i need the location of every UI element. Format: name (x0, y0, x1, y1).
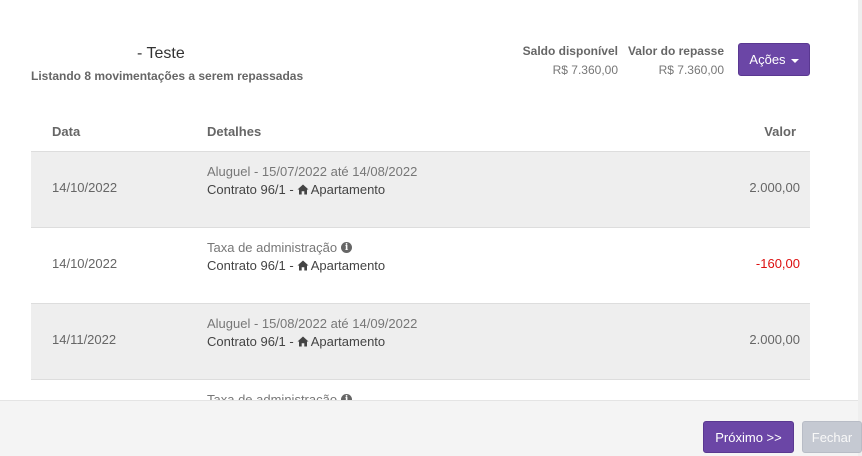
table-row: 14/10/2022 Taxa de administração i Contr… (31, 227, 810, 303)
row-date: 14/10/2022 (52, 256, 118, 271)
row-contract: Contrato 96/1 - Apartamento (207, 182, 385, 197)
repasse-value: R$ 7.360,00 (658, 63, 724, 77)
row-description: Taxa de administração i (207, 240, 353, 255)
row-description: Aluguel - 15/08/2022 até 14/09/2022 (207, 316, 417, 331)
modal-body: - Teste Listando 8 movimentações a serem… (0, 0, 858, 400)
row-description: Aluguel - 15/07/2022 até 14/08/2022 (207, 164, 417, 179)
valor-repasse: Valor do repasse R$ 7.360,00 (628, 44, 724, 77)
next-button[interactable]: Próximo >> (703, 421, 794, 453)
row-description-text: Taxa de administração (207, 240, 338, 255)
acoes-dropdown-button[interactable]: Ações (738, 43, 810, 76)
saldo-value: R$ 7.360,00 (552, 63, 618, 77)
row-value: 2.000,00 (749, 332, 800, 347)
saldo-disponivel: Saldo disponível R$ 7.360,00 (523, 44, 618, 77)
table-row: 14/11/2022 Aluguel - 15/08/2022 até 14/0… (31, 303, 810, 379)
row-contract-text: Contrato 96/1 - (207, 334, 294, 349)
row-property-link[interactable]: Apartamento (311, 258, 385, 273)
row-description: Taxa de administração i (207, 392, 353, 400)
acoes-label: Ações (749, 52, 786, 67)
table-row: Taxa de administração i (31, 379, 810, 400)
row-description-text: Aluguel - 15/07/2022 até 14/08/2022 (207, 164, 418, 179)
row-contract-text: Contrato 96/1 - (207, 182, 294, 197)
row-contract-text: Contrato 96/1 - (207, 258, 294, 273)
row-contract: Contrato 96/1 - Apartamento (207, 258, 385, 273)
row-property-link[interactable]: Apartamento (311, 334, 385, 349)
column-header-date: Data (52, 124, 81, 139)
saldo-label: Saldo disponível (522, 44, 618, 58)
row-date: 14/11/2022 (52, 332, 117, 347)
close-button[interactable]: Fechar (802, 421, 862, 453)
column-header-details: Detalhes (207, 124, 262, 139)
modal-subtitle: Listando 8 movimentações a serem repassa… (31, 69, 304, 83)
home-icon (297, 184, 309, 195)
column-header-value: Valor (764, 124, 796, 139)
home-icon (297, 260, 309, 271)
row-property-link[interactable]: Apartamento (311, 182, 385, 197)
caret-down-icon (790, 58, 799, 63)
repasse-label: Valor do repasse (627, 44, 724, 58)
info-icon[interactable]: i (341, 242, 353, 253)
right-scrollbar-edge (858, 0, 862, 456)
modal-title: - Teste (137, 45, 185, 62)
row-value: 2.000,00 (749, 180, 800, 195)
row-description-text: Taxa de administração (207, 392, 338, 400)
home-icon (297, 336, 309, 347)
row-contract: Contrato 96/1 - Apartamento (207, 334, 385, 349)
row-description-text: Aluguel - 15/08/2022 até 14/09/2022 (207, 316, 418, 331)
row-value: -160,00 (755, 256, 800, 271)
table-row: 14/10/2022 Aluguel - 15/07/2022 até 14/0… (31, 151, 810, 227)
row-date: 14/10/2022 (52, 180, 118, 195)
